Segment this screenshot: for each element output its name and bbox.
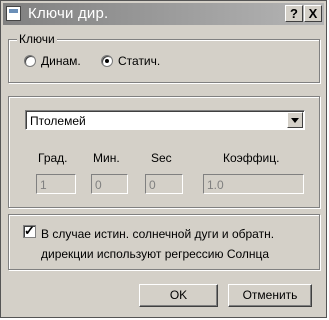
system-select-value: Птолемей xyxy=(30,114,86,128)
minutes-field[interactable]: 0 xyxy=(91,174,128,194)
regression-checkbox[interactable]: ✓ xyxy=(23,223,36,238)
radio-dynamic-dot[interactable] xyxy=(24,55,36,67)
title-bar[interactable]: Ключи дир. ? X xyxy=(3,3,324,25)
cancel-button[interactable]: Отменить xyxy=(228,284,312,307)
radio-static-label: Статич. xyxy=(118,54,161,68)
coefficient-label: Коэффиц. xyxy=(223,151,280,165)
seconds-label: Sec xyxy=(151,151,172,165)
radio-dynamic-label: Динам. xyxy=(41,54,81,68)
seconds-field[interactable]: 0 xyxy=(145,174,183,194)
help-button[interactable]: ? xyxy=(285,5,303,22)
dialog-window: Ключи дир. ? X Ключи Динам. Статич. Птол… xyxy=(0,0,327,318)
coefficient-value: 1.0 xyxy=(207,178,224,192)
close-button[interactable]: X xyxy=(304,5,322,22)
system-select[interactable]: Птолемей xyxy=(25,110,305,130)
window-title: Ключи дир. xyxy=(28,5,109,22)
radio-static-dot[interactable] xyxy=(101,55,113,67)
keys-group-legend: Ключи xyxy=(17,32,57,46)
regression-label[interactable]: В случае истин. солнечной дуги и обратн.… xyxy=(41,224,321,264)
minutes-label: Мин. xyxy=(93,151,120,165)
seconds-value: 0 xyxy=(149,178,156,192)
ok-button[interactable]: OK xyxy=(139,284,218,307)
radio-static[interactable]: Статич. xyxy=(101,54,160,68)
degrees-value: 1 xyxy=(40,178,47,192)
chevron-down-icon[interactable] xyxy=(287,112,303,128)
degrees-field[interactable]: 1 xyxy=(36,174,76,194)
coefficient-field[interactable]: 1.0 xyxy=(203,174,304,194)
minutes-value: 0 xyxy=(95,178,102,192)
app-window-icon xyxy=(6,6,21,21)
radio-dynamic[interactable]: Динам. xyxy=(24,54,81,68)
checkmark-icon: ✓ xyxy=(24,223,35,238)
degrees-label: Град. xyxy=(38,151,68,165)
